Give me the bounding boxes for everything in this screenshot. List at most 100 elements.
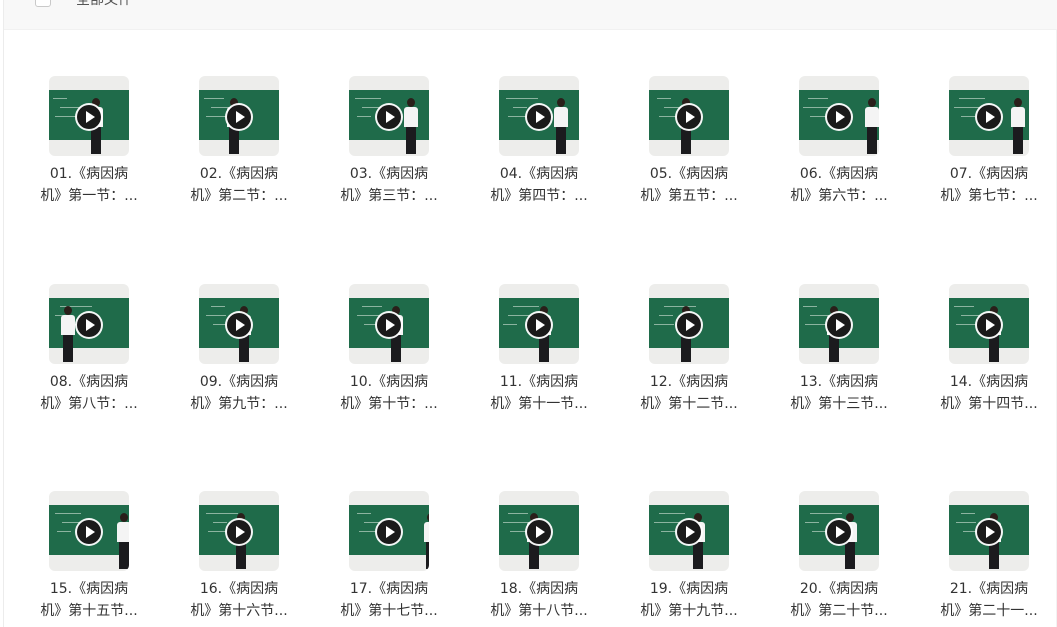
video-thumbnail[interactable] [799,76,879,156]
file-item[interactable]: 10.《病因病 机》第十节：... [314,284,464,434]
file-item[interactable]: 21.《病因病 机》第二十一... [914,491,1057,627]
play-icon[interactable] [225,103,253,131]
file-item[interactable]: 17.《病因病 机》第十七节... [314,491,464,627]
play-icon[interactable] [675,518,703,546]
video-thumbnail[interactable] [799,491,879,571]
file-name[interactable]: 04.《病因病 机》第四节：... [474,163,604,207]
chalk-writing [961,116,975,117]
file-name[interactable]: 09.《病因病 机》第九节：... [174,371,304,415]
file-item[interactable]: 08.《病因病 机》第八节：... [14,284,164,434]
video-thumbnail[interactable] [49,284,129,364]
video-thumbnail[interactable] [349,76,429,156]
file-item[interactable]: 11.《病因病 机》第十一节... [464,284,614,434]
play-icon[interactable] [675,311,703,339]
file-name[interactable]: 20.《病因病 机》第二十节... [774,578,904,622]
play-icon[interactable] [225,518,253,546]
video-thumbnail[interactable] [499,284,579,364]
play-icon[interactable] [975,311,1003,339]
file-item[interactable]: 19.《病因病 机》第十九节... [614,491,764,627]
file-name[interactable]: 11.《病因病 机》第十一节... [474,371,604,415]
file-name[interactable]: 03.《病因病 机》第三节：... [324,163,454,207]
video-thumbnail[interactable] [349,491,429,571]
file-item[interactable]: 03.《病因病 机》第三节：... [314,76,464,226]
file-item[interactable]: 02.《病因病 机》第二节：... [164,76,314,226]
file-name[interactable]: 17.《病因病 机》第十七节... [324,578,454,622]
file-item[interactable]: 14.《病因病 机》第十四节... [914,284,1057,434]
video-thumbnail[interactable] [649,76,729,156]
video-thumbnail[interactable] [199,76,279,156]
video-thumbnail[interactable] [949,76,1029,156]
play-icon[interactable] [825,518,853,546]
video-thumbnail[interactable] [199,284,279,364]
play-icon[interactable] [75,518,103,546]
file-name[interactable]: 21.《病因病 机》第二十一... [924,578,1054,622]
play-icon[interactable] [225,311,253,339]
play-icon[interactable] [825,311,853,339]
video-thumbnail[interactable] [949,284,1029,364]
file-name[interactable]: 01.《病因病 机》第一节：... [24,163,154,207]
play-icon[interactable] [525,518,553,546]
play-icon[interactable] [75,103,103,131]
presenter-head [64,306,72,315]
file-item[interactable]: 09.《病因病 机》第九节：... [164,284,314,434]
video-thumbnail[interactable] [499,491,579,571]
file-item[interactable]: 20.《病因病 机》第二十节... [764,491,914,627]
play-icon[interactable] [825,103,853,131]
video-thumbnail[interactable] [49,491,129,571]
video-thumbnail[interactable] [499,76,579,156]
video-thumbnail[interactable] [649,284,729,364]
chalk-writing [355,98,381,99]
play-icon[interactable] [525,103,553,131]
video-thumbnail[interactable] [199,491,279,571]
chalk-writing [659,513,685,514]
file-name[interactable]: 12.《病因病 机》第十二节... [624,371,754,415]
file-item[interactable]: 04.《病因病 机》第四节：... [464,76,614,226]
file-name[interactable]: 02.《病因病 机》第二节：... [174,163,304,207]
play-icon[interactable] [975,518,1003,546]
file-name-line1: 12.《病因病 [649,374,729,390]
file-name[interactable]: 07.《病因病 机》第七节：... [924,163,1054,207]
file-name[interactable]: 15.《病因病 机》第十五节... [24,578,154,622]
file-name[interactable]: 05.《病因病 机》第五节：... [624,163,754,207]
presenter-head [557,98,565,107]
file-item[interactable]: 01.《病因病 机》第一节：... [14,76,164,226]
file-name-line2: 机》第十五节... [40,603,138,619]
play-icon[interactable] [675,103,703,131]
play-icon[interactable] [525,311,553,339]
file-grid: 01.《病因病 机》第一节：... 02.《病因病 机》第二节：... 03.《病因病机… [0,0,1057,627]
play-icon[interactable] [975,103,1003,131]
presenter-pants [989,542,999,569]
file-item[interactable]: 05.《病因病 机》第五节：... [614,76,764,226]
file-name-line2: 机》第七节：... [940,188,1038,204]
file-item[interactable]: 15.《病因病 机》第十五节... [14,491,164,627]
presenter [424,513,429,569]
file-name[interactable]: 13.《病因病 机》第十三节... [774,371,904,415]
file-name[interactable]: 18.《病因病 机》第十八节... [474,578,604,622]
play-icon[interactable] [75,311,103,339]
file-name-line1: 20.《病因病 [799,581,879,597]
file-item[interactable]: 12.《病因病 机》第十二节... [614,284,764,434]
file-name[interactable]: 08.《病因病 机》第八节：... [24,371,154,415]
play-icon[interactable] [375,311,403,339]
video-thumbnail[interactable] [949,491,1029,571]
file-item[interactable]: 13.《病因病 机》第十三节... [764,284,914,434]
play-icon[interactable] [375,103,403,131]
file-item[interactable]: 06.《病因病 机》第六节：... [764,76,914,226]
video-thumbnail[interactable] [799,284,879,364]
file-name[interactable]: 14.《病因病 机》第十四节... [924,371,1054,415]
chalk-writing [211,306,225,307]
file-name[interactable]: 16.《病因病 机》第十六节... [174,578,304,622]
video-thumbnail[interactable] [349,284,429,364]
file-name[interactable]: 10.《病因病 机》第十节：... [324,371,454,415]
video-thumbnail[interactable] [649,491,729,571]
file-name-line2: 机》第六节：... [790,188,888,204]
file-item[interactable]: 18.《病因病 机》第十八节... [464,491,614,627]
file-item[interactable]: 07.《病因病 机》第七节：... [914,76,1057,226]
file-name[interactable]: 19.《病因病 机》第十九节... [624,578,754,622]
presenter [61,306,75,362]
file-name[interactable]: 06.《病因病 机》第六节：... [774,163,904,207]
video-thumbnail[interactable] [49,76,129,156]
play-icon[interactable] [375,518,403,546]
file-item[interactable]: 16.《病因病 机》第十六节... [164,491,314,627]
presenter-shirt [865,107,879,127]
